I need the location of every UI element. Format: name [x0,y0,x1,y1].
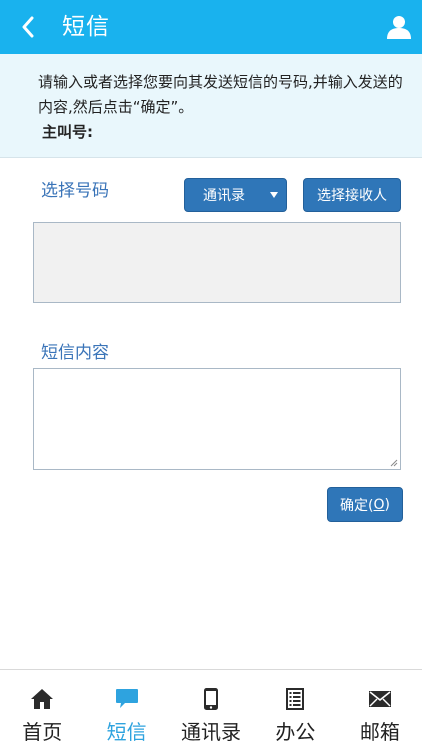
document-list-icon [286,688,305,710]
dropdown-caret-icon [270,192,278,198]
ok-button[interactable]: 确定(O) [327,487,403,522]
home-icon [31,689,54,709]
ok-button-label: 确定( [340,497,374,514]
tab-office[interactable]: 办公 [253,670,337,751]
instruction-text: 请输入或者选择您要向其发送短信的号码,并输入发送的内容,然后点击“确定”。 [38,73,403,116]
phone-icon [204,688,219,710]
contacts-dropdown-value: 通讯录 [203,188,245,204]
tab-label: 邮箱 [359,720,400,744]
resize-grip-icon[interactable] [390,459,398,467]
tab-label: 首页 [22,720,63,744]
select-receiver-button[interactable]: 选择接收人 [303,178,401,212]
tab-mail[interactable]: 邮箱 [338,670,422,751]
user-profile-button[interactable] [386,14,412,40]
chevron-left-icon [22,16,34,38]
contacts-dropdown[interactable]: 通讯录 [184,178,287,212]
back-button[interactable] [14,13,42,41]
header-bar: 短信 [0,0,422,54]
caller-number-label: 主叫号: [42,123,93,141]
page-title: 短信 [62,14,110,40]
tab-contacts[interactable]: 通讯录 [169,670,253,751]
instruction-panel: 请输入或者选择您要向其发送短信的号码,并输入发送的内容,然后点击“确定”。 主叫… [0,54,422,158]
content-label: 短信内容 [41,343,109,363]
tab-home[interactable]: 首页 [0,670,84,751]
tab-sms[interactable]: 短信 [84,670,168,751]
bottom-tab-bar: 首页 短信 通讯录 办公 邮箱 [0,669,422,751]
tab-label: 短信 [106,720,147,744]
chat-bubble-icon [115,689,138,708]
receivers-field[interactable] [33,222,401,303]
tab-label: 办公 [275,720,316,744]
user-icon [387,16,411,39]
ok-accelerator-key: O [373,496,385,513]
tab-label: 通讯录 [181,720,242,744]
select-number-label: 选择号码 [41,181,109,201]
mail-icon [368,691,391,707]
content-textarea[interactable] [33,368,401,470]
ok-button-label-end: ) [384,496,390,513]
